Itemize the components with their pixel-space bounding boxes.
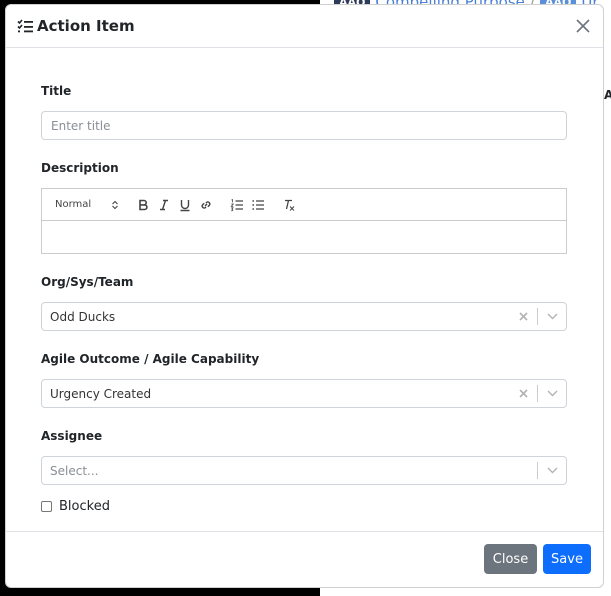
assignee-select-placeholder: Select... xyxy=(50,463,99,478)
clear-format-button[interactable] xyxy=(278,195,299,215)
bullet-list-icon xyxy=(251,199,264,210)
blocked-label[interactable]: Blocked xyxy=(59,499,110,514)
bold-icon xyxy=(138,199,148,210)
header-format-select[interactable]: Normal xyxy=(52,199,122,210)
link-button[interactable] xyxy=(195,195,216,215)
modal-header: Action Item xyxy=(6,5,603,48)
clear-icon[interactable] xyxy=(515,379,531,408)
link-icon xyxy=(201,200,210,209)
assignee-label: Assignee xyxy=(41,429,103,443)
header-format-value: Normal xyxy=(55,199,92,210)
italic-button[interactable] xyxy=(153,195,174,215)
org-select[interactable]: Odd Ducks xyxy=(41,302,567,331)
modal-body: Title Description Normal xyxy=(41,83,568,514)
blocked-checkbox[interactable] xyxy=(41,501,52,512)
save-button[interactable]: Save xyxy=(543,544,591,574)
italic-icon xyxy=(159,199,168,210)
description-editor: Normal xyxy=(41,188,567,254)
background-text: A xyxy=(604,88,611,102)
close-icon[interactable] xyxy=(573,16,593,36)
org-label: Org/Sys/Team xyxy=(41,275,134,289)
underline-icon xyxy=(180,199,189,211)
chevron-down-icon[interactable] xyxy=(538,302,566,331)
modal-title: Action Item xyxy=(37,17,135,35)
outcome-select[interactable]: Urgency Created xyxy=(41,379,567,408)
close-button[interactable]: Close xyxy=(484,544,537,574)
org-select-value: Odd Ducks xyxy=(50,309,116,324)
description-editor-area[interactable] xyxy=(42,221,566,253)
chevron-down-icon[interactable] xyxy=(538,456,566,485)
list-check-icon xyxy=(17,19,33,33)
ordered-list-button[interactable] xyxy=(226,195,247,215)
modal-footer: Close Save xyxy=(6,531,603,587)
editor-toolbar: Normal xyxy=(42,189,566,221)
assignee-select[interactable]: Select... xyxy=(41,456,567,485)
description-label: Description xyxy=(41,161,119,175)
bold-button[interactable] xyxy=(132,195,153,215)
outcome-select-value: Urgency Created xyxy=(50,386,152,401)
title-input[interactable] xyxy=(41,111,567,140)
outcome-label: Agile Outcome / Agile Capability xyxy=(41,352,260,366)
title-label: Title xyxy=(41,84,72,98)
updown-chevron-icon xyxy=(112,200,118,209)
clear-format-icon xyxy=(284,199,294,211)
bullet-list-button[interactable] xyxy=(247,195,268,215)
action-item-modal: Action Item Title Description Normal xyxy=(5,4,604,588)
underline-button[interactable] xyxy=(174,195,195,215)
ordered-list-icon xyxy=(229,198,243,211)
clear-icon[interactable] xyxy=(515,302,531,331)
chevron-down-icon[interactable] xyxy=(538,379,566,408)
blocked-row: Blocked xyxy=(41,499,568,514)
